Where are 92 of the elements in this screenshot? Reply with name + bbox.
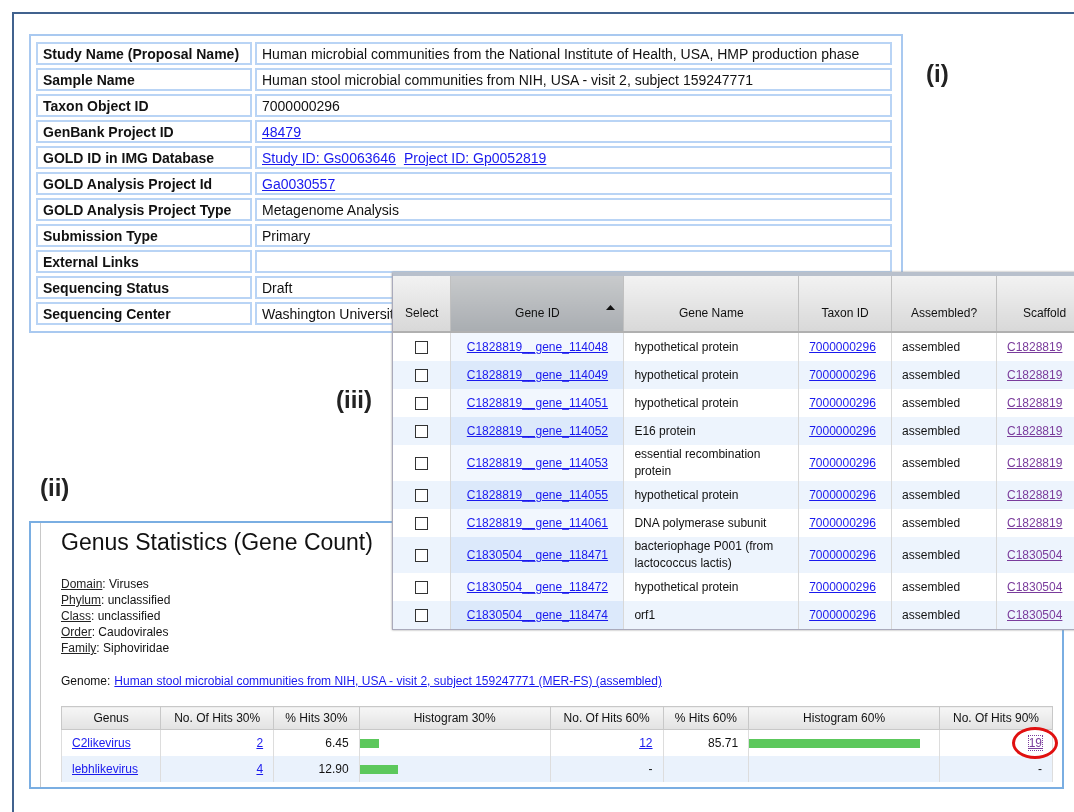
table-cell: assembled [891,481,997,509]
value-link[interactable]: 48479 [262,123,301,140]
table-cell: assembled [891,417,997,445]
field-label: GOLD Analysis Project Id [36,172,252,195]
checkbox[interactable] [415,456,429,470]
taxonomy-value: : unclassified [101,593,171,607]
column-header[interactable]: Select [393,276,451,332]
field-label: GOLD Analysis Project Type [36,198,252,221]
table-cell: hypothetical protein [623,361,799,389]
cell-text: 6.45 [325,736,349,750]
panel-label: (i) [926,60,949,88]
column-header: Histogram 60% [748,706,940,730]
table-cell: bacteriophage P001 (from lactococcus lactis) [623,537,799,573]
field-label: Taxon Object ID [36,94,252,117]
count-link[interactable]: 4 [256,762,264,776]
table-cell: orf1 [623,601,799,629]
checkbox[interactable] [415,368,429,382]
field-label: Sequencing Status [36,276,252,299]
taxonomy-link[interactable]: Class [61,609,91,623]
table-cell: assembled [891,537,997,573]
field-label: Study Name (Proposal Name) [36,42,252,65]
taxon-id-link[interactable]: 7000000296 [809,340,876,354]
field-value: Human microbial communities from the National Institute of Health, USA, HMP production phase [262,45,860,62]
taxonomy-value: : Siphoviridae [96,641,170,655]
column-header: No. Of Hits 60% [550,706,664,730]
field-value: Washington Universit [262,305,394,322]
column-header[interactable]: Gene ID [450,276,624,332]
count-link[interactable]: 19 [1028,736,1042,750]
checkbox[interactable] [415,340,429,354]
table-cell: hypothetical protein [623,481,799,509]
taxonomy-link[interactable]: Phylum [61,593,101,607]
taxonomy-value: : Caudovirales [91,625,169,639]
field-label: Sequencing Center [36,302,252,325]
taxonomy-link[interactable]: Order [61,625,92,639]
panel-label: (ii) [40,474,70,502]
table-cell: assembled [891,601,997,629]
field-label: GOLD ID in IMG Database [36,146,252,169]
checkbox[interactable] [415,516,429,530]
field-label: Sample Name [36,68,252,91]
field-label: Submission Type [36,224,252,247]
genus-link[interactable]: C2likevirus [72,736,131,750]
taxon-id-link[interactable]: 7000000296 [809,396,876,410]
count-link[interactable]: 2 [256,736,264,750]
checkbox[interactable] [415,396,429,410]
field-value: 7000000296 [262,97,340,114]
genome-link[interactable]: Human stool microbial communities from NIH, USA - visit 2, subject 159247771 (MER-FS) (assembled) [114,674,662,688]
taxonomy-value: : unclassified [91,609,161,623]
cell-text: - [1038,762,1042,776]
column-header: Genus [61,706,161,730]
table-cell: assembled [891,361,997,389]
field-value: Draft [262,279,293,296]
column-header: Histogram 30% [359,706,551,730]
scaffold-link[interactable]: C1830504 [1007,580,1063,594]
checkbox[interactable] [415,608,429,622]
column-header[interactable]: Scaffold [996,276,1074,332]
value-link[interactable]: Study ID: Gs0063646 [262,149,396,166]
column-header: No. Of Hits 30% [160,706,274,730]
count-link[interactable]: 12 [639,736,653,750]
column-header[interactable]: Taxon ID [798,276,892,332]
checkbox[interactable] [415,548,429,562]
genome-label: Genome: [61,674,111,688]
column-header: % Hits 30% [273,706,360,730]
checkbox[interactable] [415,580,429,594]
table-cell: E16 protein [623,417,799,445]
checkbox[interactable] [415,424,429,438]
checkbox[interactable] [415,488,429,502]
taxon-id-link[interactable]: 7000000296 [809,516,876,530]
field-value: Human stool microbial communities from NIH, USA - visit 2, subject 159247771 [262,71,753,88]
scaffold-link[interactable]: C1828819 [1007,340,1063,354]
field-label: GenBank Project ID [36,120,252,143]
value-link[interactable]: Ga0030557 [262,175,336,192]
taxonomy-value: : Viruses [102,577,149,591]
field-value: Metagenome Analysis [262,201,399,218]
taxon-id-link[interactable]: 7000000296 [809,456,876,470]
panel-label: (iii) [336,386,372,414]
scaffold-link[interactable]: C1828819 [1007,516,1063,530]
genus-link[interactable]: lebhlikevirus [72,762,139,776]
cell-text: - [648,762,653,776]
value-link[interactable]: Project ID: Gp0052819 [403,149,547,166]
sort-ascending-icon [606,305,616,310]
taxon-id-link[interactable]: 7000000296 [809,580,876,594]
scaffold-link[interactable]: C1828819 [1007,396,1063,410]
cell-text: 85.71 [708,736,739,750]
column-header[interactable]: Assembled? [891,276,997,332]
page-title: Genus Statistics (Gene Count) [61,529,373,556]
cell-text: 12.90 [318,762,349,776]
scaffold-link[interactable]: C1828819 [1007,456,1063,470]
column-header[interactable]: Gene Name [623,276,799,332]
column-header: % Hits 60% [663,706,749,730]
field-value: Primary [262,227,311,244]
field-label: External Links [36,250,252,273]
column-header: No. Of Hits 90% [939,706,1053,730]
